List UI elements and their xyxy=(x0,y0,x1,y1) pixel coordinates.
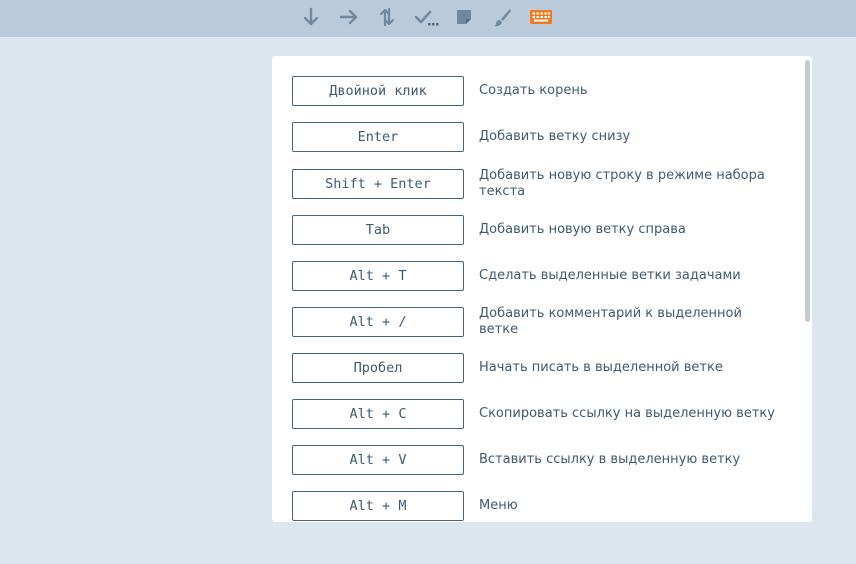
scrollbar-thumb[interactable] xyxy=(805,60,810,322)
shortcut-row: Enter Добавить ветку снизу xyxy=(292,122,782,152)
shortcut-description: Начать писать в выделенной ветке xyxy=(479,360,723,375)
shortcut-key: Shift + Enter xyxy=(292,169,464,199)
shortcut-row: Tab Добавить новую ветку справа xyxy=(292,215,782,245)
shortcut-description: Добавить комментарий к выделенной ветке xyxy=(479,306,742,337)
shortcut-description: Добавить новую ветку справа xyxy=(479,222,686,237)
shortcut-row: Двойной клик Создать корень xyxy=(292,76,782,106)
swap-vertical-icon xyxy=(379,7,395,27)
shortcut-description: Скопировать ссылку на выделенную ветку xyxy=(479,406,775,421)
shortcut-description: Добавить новую строку в режиме набора те… xyxy=(479,168,765,199)
arrow-right-tool-button[interactable] xyxy=(335,3,363,31)
shortcut-row: Alt + C Скопировать ссылку на выделенную… xyxy=(292,399,782,429)
arrow-down-icon xyxy=(303,7,319,26)
brush-tool-button[interactable] xyxy=(488,3,516,31)
shortcut-key: Tab xyxy=(292,215,464,245)
shortcut-key: Enter xyxy=(292,122,464,152)
arrow-right-icon xyxy=(339,9,358,25)
shortcuts-panel: Двойной клик Создать корень Enter Добави… xyxy=(272,56,812,522)
shortcut-description: Вставить ссылку в выделенную ветку xyxy=(479,452,741,467)
shortcut-key: Alt + V xyxy=(292,445,464,475)
shortcut-key: Двойной клик xyxy=(292,76,464,106)
shortcut-description: Создать корень xyxy=(479,83,588,98)
shortcut-key: Alt + / xyxy=(292,307,464,337)
shortcut-row: Пробел Начать писать в выделенной ветке xyxy=(292,353,782,383)
scrollbar[interactable] xyxy=(805,60,810,518)
keyboard-icon xyxy=(530,10,552,24)
shortcut-key: Пробел xyxy=(292,353,464,383)
shortcut-row: Alt + T Сделать выделенные ветки задачам… xyxy=(292,261,782,291)
shortcut-description: Меню xyxy=(479,498,518,513)
shortcut-row: Shift + Enter Добавить новую строку в ре… xyxy=(292,168,782,199)
sticky-note-icon xyxy=(457,10,471,24)
arrow-down-tool-button[interactable] xyxy=(297,3,325,31)
swap-vertical-tool-button[interactable] xyxy=(373,3,401,31)
shortcut-key: Alt + T xyxy=(292,261,464,291)
shortcut-key: Alt + C xyxy=(292,399,464,429)
toolbar xyxy=(0,0,856,37)
shortcut-row: Alt + / Добавить комментарий к выделенно… xyxy=(292,306,782,337)
shortcut-key: Alt + M xyxy=(292,491,464,521)
task-tool-button[interactable] xyxy=(412,3,440,31)
shortcut-description: Добавить ветку снизу xyxy=(479,129,631,144)
shortcut-description: Сделать выделенные ветки задачами xyxy=(479,268,741,283)
shortcut-row: Alt + V Вставить ссылку в выделенную вет… xyxy=(292,445,782,475)
comment-tool-button[interactable] xyxy=(450,3,478,31)
check-more-icon xyxy=(414,10,439,26)
brush-icon xyxy=(494,9,511,27)
keyboard-shortcuts-button[interactable] xyxy=(527,3,555,31)
shortcut-row: Alt + M Меню xyxy=(292,491,782,521)
